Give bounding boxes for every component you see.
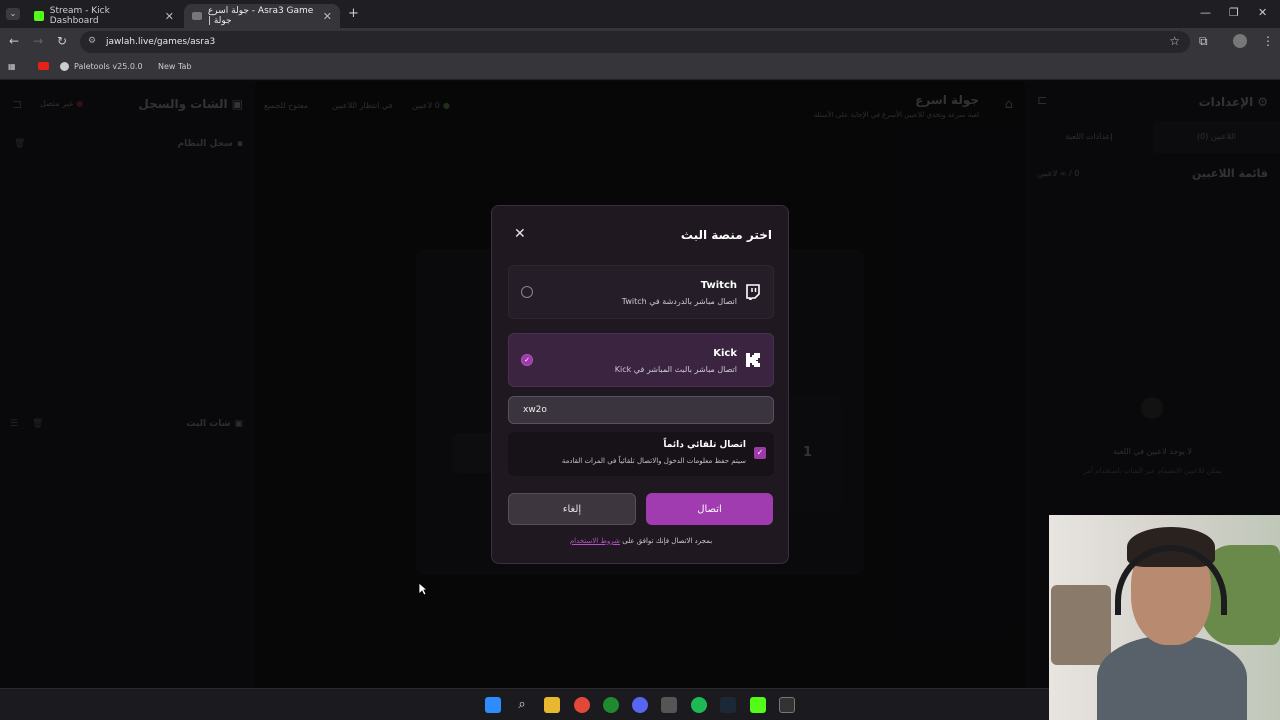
search-icon[interactable]: ⌕ — [514, 697, 530, 713]
option-name: Twitch — [700, 280, 737, 291]
tab-kick-dashboard[interactable]: Stream - Kick Dashboard ✕ — [26, 4, 182, 28]
close-window-button[interactable]: ✕ — [1258, 6, 1267, 19]
globe-icon — [60, 62, 69, 71]
auto-connect-option[interactable]: ✓ اتصال تلقائي دائماً سيتم حفظ معلومات ا… — [508, 432, 774, 476]
minimize-button[interactable]: — — [1200, 6, 1211, 19]
xbox-icon[interactable] — [603, 697, 619, 713]
app-icon[interactable] — [661, 697, 677, 713]
back-button[interactable]: ← — [9, 34, 19, 48]
bookmark-youtube[interactable] — [38, 62, 49, 70]
kick-app-icon[interactable] — [750, 697, 766, 713]
cancel-button[interactable]: إلغاء — [508, 493, 636, 525]
bookmark-paletools[interactable]: Paletools v25.0.0 — [60, 62, 143, 71]
discord-icon[interactable] — [632, 697, 648, 713]
steam-icon[interactable] — [720, 697, 736, 713]
option-twitch[interactable]: Twitch اتصال مباشر بالدردشة في Twitch — [508, 265, 774, 319]
url-text: jawlah.live/games/asra3 — [106, 37, 216, 47]
close-icon[interactable]: ✕ — [514, 226, 526, 242]
terms-notice: بمجرد الاتصال فإنك توافق على شروط الاستخ… — [569, 537, 713, 545]
option-desc: اتصال مباشر بالدردشة في Twitch — [621, 297, 737, 306]
webcam-person-body — [1097, 635, 1247, 720]
auto-connect-title: اتصال تلقائي دائماً — [663, 440, 746, 450]
site-info-icon[interactable]: ⚙ — [88, 36, 96, 46]
tab-title: Stream - Kick Dashboard — [49, 6, 110, 26]
modal-title: اختر منصة البث — [680, 228, 772, 242]
close-icon[interactable]: ✕ — [165, 10, 174, 23]
address-bar[interactable]: ⚙ jawlah.live/games/asra3 ☆ — [80, 31, 1190, 53]
webcam-overlay — [1049, 515, 1280, 720]
browser-tab-bar: ⌄ Stream - Kick Dashboard ✕ جولة اسرع - … — [0, 0, 1280, 28]
new-tab-button[interactable]: + — [348, 6, 359, 21]
kick-icon — [746, 353, 760, 367]
tab-search-button[interactable]: ⌄ — [6, 8, 20, 20]
chrome-icon[interactable] — [574, 697, 590, 713]
auto-connect-desc: سيتم حفظ معلومات الدخول والاتصال تلقائيا… — [561, 457, 746, 465]
restore-button[interactable]: ❐ — [1229, 6, 1239, 19]
windows-start-icon[interactable] — [485, 697, 501, 713]
radio-button[interactable] — [521, 286, 533, 298]
terms-link[interactable]: شروط الاستخدام — [570, 537, 620, 545]
youtube-icon — [38, 62, 49, 70]
close-icon[interactable]: ✕ — [323, 10, 332, 23]
tab-asra3-game[interactable]: جولة اسرع - Asra3 Game | جولة ✕ — [184, 4, 340, 28]
auto-connect-checkbox[interactable]: ✓ — [754, 447, 766, 459]
apps-icon[interactable]: ▦ — [8, 62, 16, 71]
epic-games-icon[interactable] — [779, 697, 795, 713]
bookmark-star-icon[interactable]: ☆ — [1169, 34, 1180, 48]
browser-toolbar: ← → ↻ ⚙ jawlah.live/games/asra3 ☆ ⧉ ⋮ — [0, 28, 1280, 56]
bookmark-new-tab[interactable]: New Tab — [158, 62, 192, 71]
option-name: Kick — [713, 348, 737, 359]
webcam-figures — [1051, 585, 1111, 665]
bookmarks-bar: ▦ Paletools v25.0.0 New Tab — [0, 56, 1280, 80]
option-kick[interactable]: Kick اتصال مباشر بالبث المباشر في Kick ✓ — [508, 333, 774, 387]
spotify-icon[interactable] — [691, 697, 707, 713]
tab-title: جولة اسرع - Asra3 Game | جولة — [207, 6, 314, 26]
radio-button-checked[interactable]: ✓ — [521, 354, 533, 366]
extensions-icon[interactable]: ⧉ — [1199, 34, 1208, 49]
twitch-icon — [746, 284, 760, 300]
jawlah-favicon-icon — [192, 12, 202, 20]
kick-favicon-icon — [34, 11, 44, 21]
profile-avatar[interactable] — [1233, 34, 1247, 48]
forward-button[interactable]: → — [33, 34, 43, 48]
connect-button[interactable]: اتصال — [646, 493, 773, 525]
platform-modal: اختر منصة البث ✕ Twitch اتصال مباشر بالد… — [491, 205, 789, 564]
menu-icon[interactable]: ⋮ — [1262, 34, 1274, 48]
username-input[interactable] — [508, 396, 774, 424]
reload-button[interactable]: ↻ — [57, 34, 67, 48]
option-desc: اتصال مباشر بالبث المباشر في Kick — [614, 365, 737, 374]
mouse-cursor-icon — [418, 582, 428, 596]
file-explorer-icon[interactable] — [544, 697, 560, 713]
